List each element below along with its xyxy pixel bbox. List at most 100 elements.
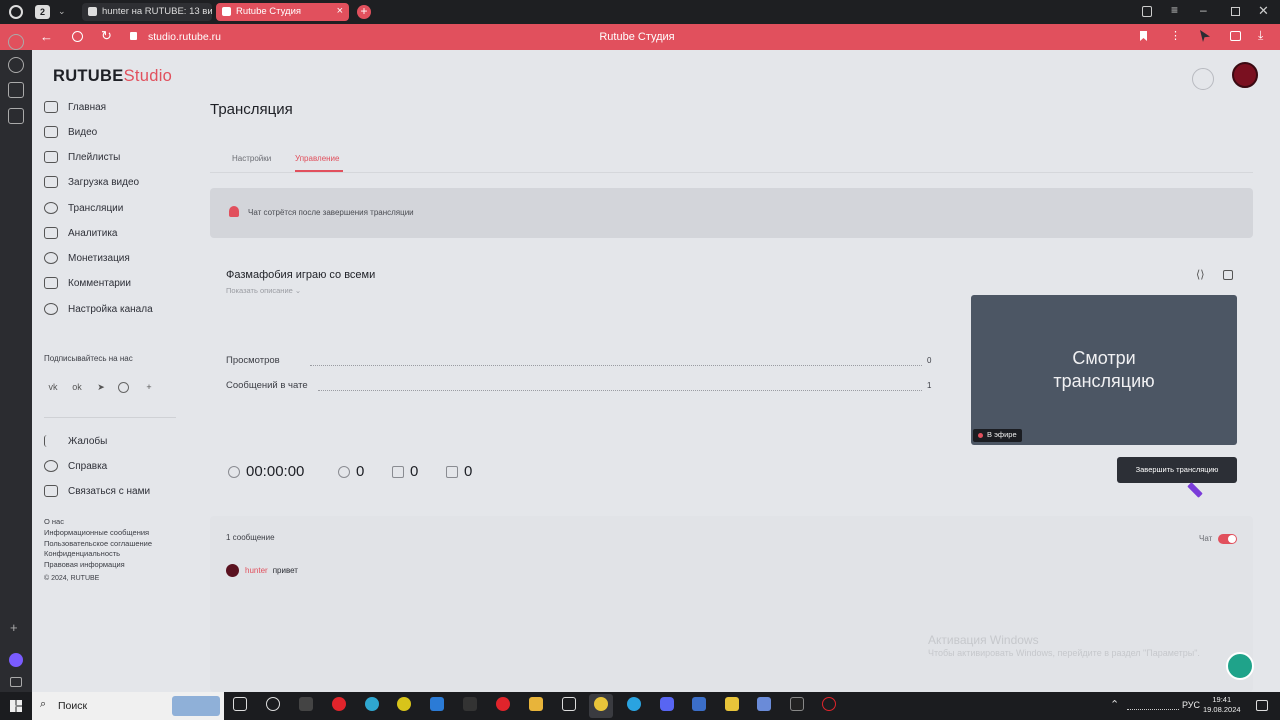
likes-value: 0 xyxy=(410,463,419,480)
app-icon-7[interactable] xyxy=(790,697,804,711)
app-icon-3[interactable] xyxy=(463,697,477,711)
sidebar-item-analytics[interactable]: Аналитика xyxy=(44,224,118,242)
app-icon-6[interactable] xyxy=(757,697,771,711)
telegram-app-icon[interactable] xyxy=(627,697,641,711)
downloads-panel-icon[interactable] xyxy=(1230,31,1241,41)
language-indicator[interactable]: РУС xyxy=(1182,700,1200,710)
tray-icons[interactable] xyxy=(1127,700,1179,710)
mail-icon[interactable] xyxy=(430,697,444,711)
browser-logo-icon[interactable] xyxy=(9,5,23,19)
tray-chevron-icon[interactable]: ⌃ xyxy=(1110,698,1119,711)
sidebar-item-video[interactable]: Видео xyxy=(44,123,97,141)
task-view-icon[interactable] xyxy=(233,697,247,711)
telegram-icon[interactable]: ➤ xyxy=(94,380,108,394)
maximize-icon[interactable] xyxy=(1231,7,1240,16)
tab-count-badge[interactable]: 2 xyxy=(35,5,50,19)
workspace-icon[interactable] xyxy=(8,82,24,98)
notification-icon[interactable] xyxy=(1256,700,1268,711)
player-icon[interactable] xyxy=(8,57,24,73)
panel-toggle-icon[interactable] xyxy=(10,677,22,687)
viber-icon[interactable] xyxy=(118,382,129,393)
more-social-icon[interactable]: + xyxy=(142,380,156,394)
copyright: © 2024, RUTUBE xyxy=(44,575,100,582)
app-icon-4[interactable] xyxy=(692,697,706,711)
tab-settings[interactable]: Настройки xyxy=(232,154,271,163)
footer-link-about[interactable]: О нас xyxy=(44,517,64,526)
share-icon[interactable]: ⟨⟩ xyxy=(1196,268,1205,281)
history-icon[interactable] xyxy=(8,34,24,50)
extension-icon[interactable] xyxy=(1200,30,1210,42)
edge-icon[interactable] xyxy=(365,697,379,711)
sidebar-item-label: Комментарии xyxy=(68,277,131,289)
discord-icon[interactable] xyxy=(660,697,674,711)
sidebar-item-broadcasts[interactable]: Трансляции xyxy=(44,199,123,217)
app-icon-5[interactable] xyxy=(725,697,739,711)
duration-value: 00:00:00 xyxy=(246,463,305,480)
menu-icon[interactable]: ≡ xyxy=(1171,3,1178,17)
add-content-icon[interactable] xyxy=(1192,68,1214,90)
open-external-icon[interactable] xyxy=(1223,270,1233,280)
browser-tab-studio[interactable]: Rutube Студия × xyxy=(216,3,349,21)
reload-icon[interactable]: ↻ xyxy=(101,28,112,44)
footer-link-info[interactable]: Информационные сообщения xyxy=(44,528,149,537)
chevron-down-icon[interactable]: ⌄ xyxy=(58,6,66,17)
download-icon[interactable]: ⤓ xyxy=(1258,28,1263,43)
sidebar-item-label: Аналитика xyxy=(68,227,118,239)
search-placeholder: Поиск xyxy=(58,700,88,712)
add-panel-icon[interactable]: + xyxy=(10,620,18,635)
avatar[interactable] xyxy=(1232,62,1258,88)
block-icon[interactable] xyxy=(72,31,83,42)
app-icon-1[interactable] xyxy=(299,697,313,711)
sidebar-item-home[interactable]: Главная xyxy=(44,98,106,116)
support-chat-button[interactable] xyxy=(1226,652,1254,680)
browser-tab-hunter[interactable]: hunter на RUTUBE: 13 ви... xyxy=(82,3,212,21)
sidebar-item-monetization[interactable]: Монетизация xyxy=(44,249,130,267)
stream-preview[interactable]: Смотри трансляцию В эфире xyxy=(971,295,1237,445)
windows-start-icon[interactable] xyxy=(10,700,22,712)
collections-icon[interactable] xyxy=(1142,6,1152,17)
toggle-knob xyxy=(1228,535,1236,543)
close-window-icon[interactable]: ✕ xyxy=(1258,3,1269,19)
ok-icon[interactable]: ok xyxy=(70,380,84,394)
tab-manage[interactable]: Управление xyxy=(295,154,339,163)
gallery-icon[interactable] xyxy=(8,108,24,124)
app-icon-2[interactable] xyxy=(397,697,411,711)
minimize-icon[interactable]: – xyxy=(1200,3,1207,17)
chat-username[interactable]: hunter xyxy=(245,566,268,575)
clock[interactable]: 19:41 19.08.2024 xyxy=(1203,695,1241,715)
rutube-studio-logo[interactable]: RUTUBEStudio xyxy=(53,67,172,86)
more-icon[interactable]: ⋮ xyxy=(1170,29,1181,42)
vk-icon[interactable]: vk xyxy=(46,380,60,394)
app-icon-8[interactable] xyxy=(822,697,836,711)
sidebar-item-complaints[interactable]: Жалобы xyxy=(44,432,107,450)
chat-toggle[interactable] xyxy=(1218,534,1237,544)
like-icon xyxy=(392,465,404,478)
sidebar-item-upload[interactable]: Загрузка видео xyxy=(44,173,139,191)
browser-sidebar: + xyxy=(0,34,32,692)
sidebar-item-label: Настройка канала xyxy=(68,303,153,315)
new-tab-button[interactable]: + xyxy=(357,5,371,19)
close-tab-icon[interactable]: × xyxy=(337,5,343,17)
sidebar-item-help[interactable]: Справка xyxy=(44,457,107,475)
taskbar-search[interactable]: ⌕ Поиск xyxy=(32,692,224,720)
opera-icon[interactable] xyxy=(332,697,346,711)
sidebar-item-channel-settings[interactable]: Настройка канала xyxy=(44,300,153,318)
explorer-icon[interactable] xyxy=(529,697,543,711)
bookmark-icon[interactable] xyxy=(1140,31,1147,41)
sidebar-item-comments[interactable]: Комментарии xyxy=(44,274,131,292)
yandex-icon[interactable] xyxy=(496,697,510,711)
chrome-icon[interactable] xyxy=(266,697,280,711)
url-field[interactable]: studio.rutube.ru xyxy=(148,31,221,43)
end-broadcast-button[interactable]: Завершить трансляцию xyxy=(1117,457,1237,483)
footer-link-privacy[interactable]: Конфиденциальность xyxy=(44,549,120,558)
assistant-icon[interactable] xyxy=(9,653,23,667)
live-badge-label: В эфире xyxy=(987,430,1017,439)
footer-link-legal[interactable]: Правовая информация xyxy=(44,560,125,569)
back-icon[interactable]: ← xyxy=(40,29,53,44)
yandex-browser-icon[interactable] xyxy=(594,697,608,711)
sidebar-item-playlists[interactable]: Плейлисты xyxy=(44,148,120,166)
sidebar-item-contact[interactable]: Связаться с нами xyxy=(44,482,150,500)
show-description-link[interactable]: Показать описание ⌄ xyxy=(226,286,301,295)
store-icon[interactable] xyxy=(562,697,576,711)
footer-link-agreement[interactable]: Пользовательское соглашение xyxy=(44,539,152,548)
